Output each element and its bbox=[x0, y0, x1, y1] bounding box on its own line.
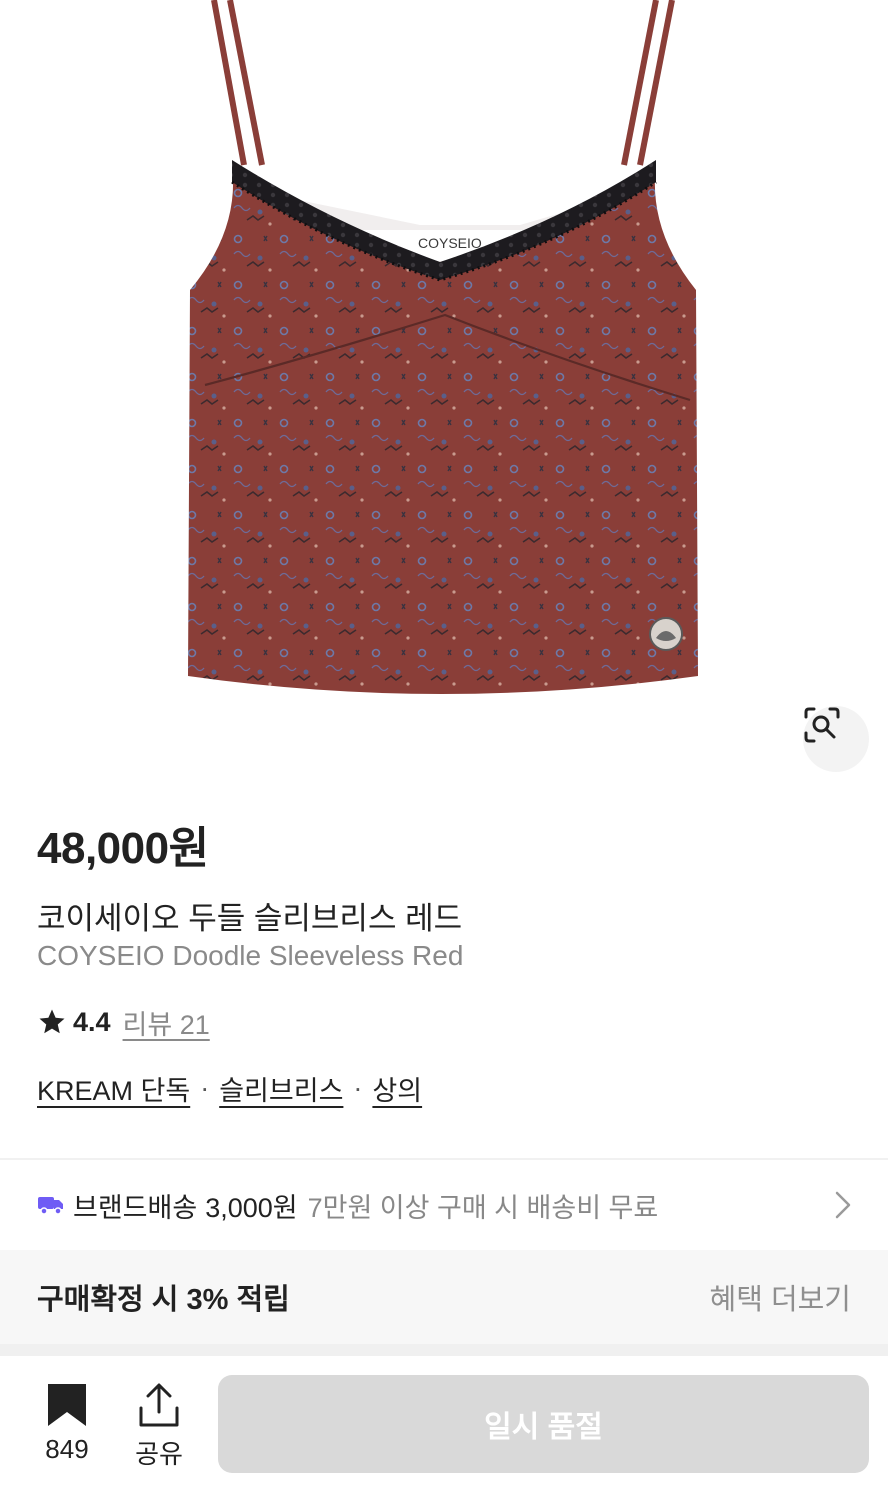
tag-sleeveless[interactable]: 슬리브리스 bbox=[219, 1069, 343, 1108]
product-name-korean: 코이세이오 두들 슬리브리스 레드 bbox=[37, 901, 463, 936]
rating-value: 4.4 bbox=[73, 1006, 111, 1037]
review-link[interactable]: 리뷰 21 bbox=[123, 1003, 210, 1042]
truck-icon bbox=[38, 1197, 63, 1215]
benefit-more-link[interactable]: 혜택 더보기 bbox=[710, 1276, 851, 1318]
tag-separator: · bbox=[353, 1072, 363, 1103]
lens-search-button[interactable] bbox=[803, 706, 869, 772]
bookmark-count: 849 bbox=[45, 1434, 89, 1464]
product-image[interactable]: COYSEIO bbox=[0, 0, 888, 790]
star-icon bbox=[39, 1009, 65, 1034]
product-name-english: COYSEIO Doodle Sleeveless Red bbox=[37, 940, 464, 971]
shipping-label: 브랜드배송 bbox=[73, 1192, 198, 1223]
share-button[interactable]: 공유 bbox=[122, 1382, 196, 1471]
chevron-right-icon bbox=[835, 1191, 851, 1219]
tag-top[interactable]: 상의 bbox=[372, 1069, 422, 1108]
share-label: 공유 bbox=[135, 1439, 183, 1469]
benefit-title: 구매확정 시 3% 적립 bbox=[37, 1284, 290, 1316]
category-tags: KREAM 단독 · 슬리브리스 · 상의 bbox=[37, 1068, 422, 1108]
shipping-fee: 3,000원 bbox=[205, 1192, 298, 1223]
benefit-row: 구매확정 시 3% 적립 혜택 더보기 bbox=[0, 1250, 888, 1344]
bookmark-button[interactable]: 849 bbox=[30, 1382, 104, 1465]
bookmark-icon bbox=[48, 1384, 86, 1426]
share-icon bbox=[139, 1383, 179, 1427]
product-price: 48,000원 bbox=[37, 824, 209, 873]
product-photo: COYSEIO bbox=[188, 0, 698, 694]
shipping-info-row[interactable]: 브랜드배송 3,000원 7만원 이상 구매 시 배송비 무료 bbox=[0, 1160, 888, 1250]
section-gap bbox=[0, 1344, 888, 1356]
bottom-action-bar: 849 공유 일시 품절 bbox=[0, 1356, 888, 1500]
tag-separator: · bbox=[200, 1072, 210, 1103]
rating-row: 4.4 리뷰 21 bbox=[37, 1003, 210, 1041]
shipping-note: 7만원 이상 구매 시 배송비 무료 bbox=[307, 1192, 659, 1223]
svg-text:COYSEIO: COYSEIO bbox=[418, 235, 482, 251]
tag-kream-exclusive[interactable]: KREAM 단독 bbox=[37, 1069, 190, 1108]
lens-search-icon bbox=[804, 707, 840, 743]
sold-out-button[interactable]: 일시 품절 bbox=[218, 1375, 869, 1473]
